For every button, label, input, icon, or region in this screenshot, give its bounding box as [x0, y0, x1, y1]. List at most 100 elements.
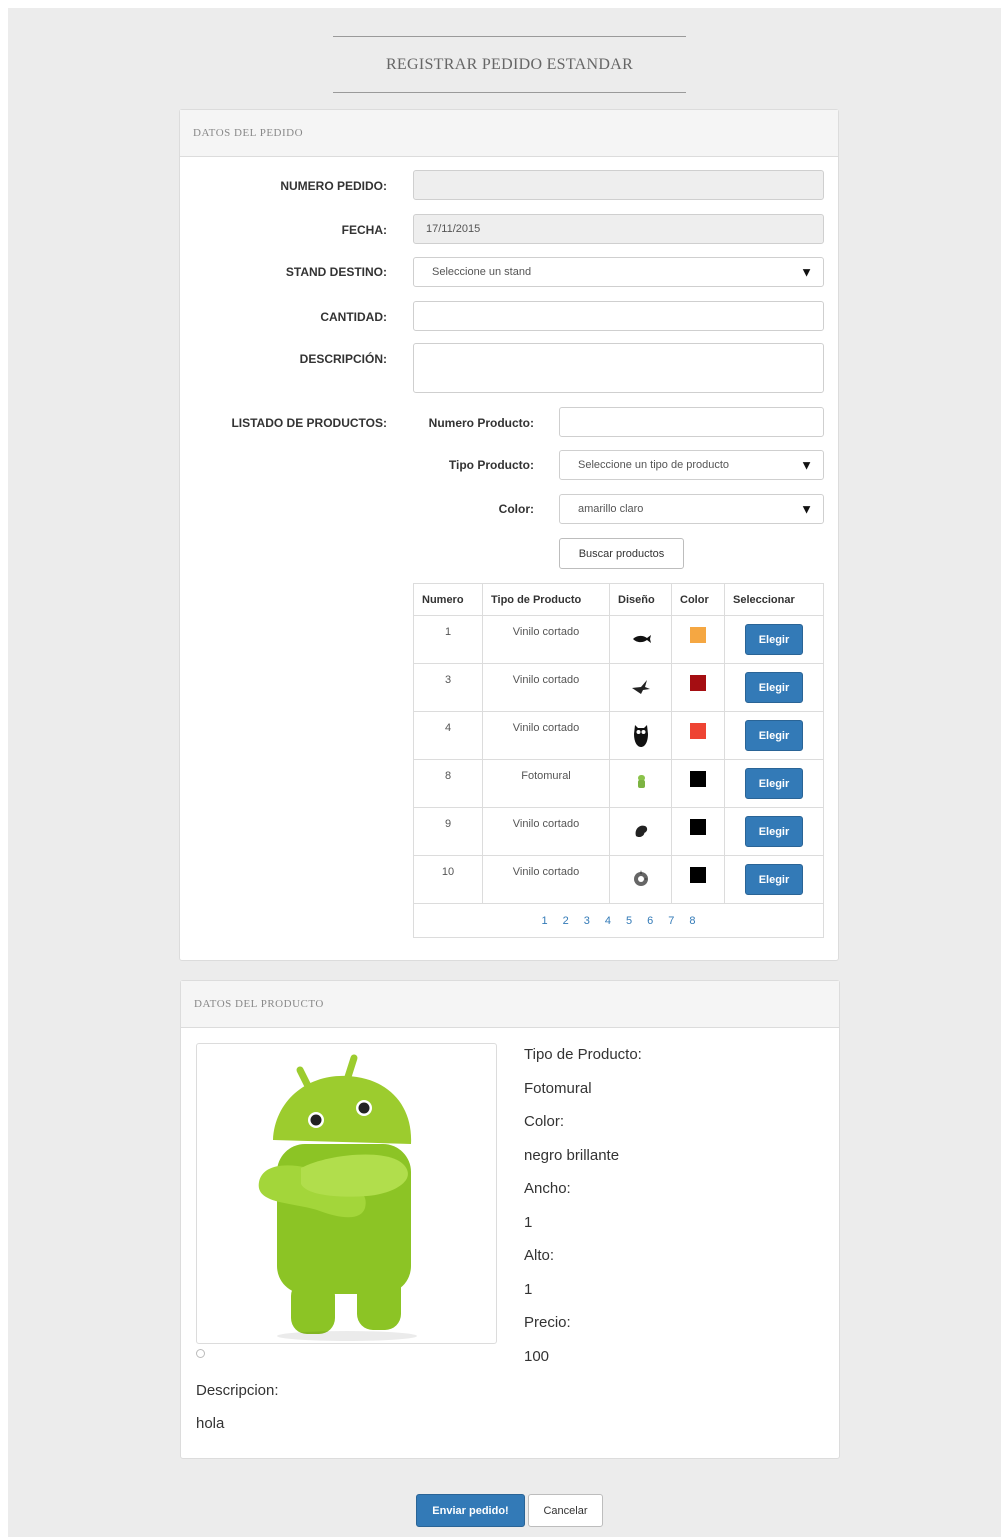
- fecha-input[interactable]: 17/11/2015: [413, 214, 824, 244]
- ornament-silhouette-icon: [633, 870, 648, 886]
- buscar-productos-button[interactable]: Buscar productos: [559, 538, 684, 569]
- cell-color: [671, 855, 725, 904]
- numero-producto-label: Numero Producto:: [428, 416, 534, 430]
- cell-seleccionar: Elegir: [724, 855, 824, 904]
- cell-seleccionar: Elegir: [724, 615, 824, 664]
- elegir-button[interactable]: Elegir: [745, 720, 803, 751]
- product-panel-heading-text: DATOS DEL PRODUCTO: [194, 998, 324, 1010]
- detail-alto-label: Alto:: [524, 1247, 555, 1264]
- cell-tipo: Vinilo cortado: [482, 807, 610, 856]
- detail-descripcion-value: hola: [196, 1415, 225, 1432]
- page-title-banner: REGISTRAR PEDIDO ESTANDAR: [333, 36, 686, 93]
- color-swatch: [690, 675, 706, 691]
- numero-producto-input[interactable]: [559, 407, 824, 437]
- color-swatch: [690, 771, 706, 787]
- cell-seleccionar: Elegir: [724, 807, 824, 856]
- enviar-pedido-button[interactable]: Enviar pedido!: [416, 1494, 525, 1527]
- table-row: 3 Vinilo cortado Elegir: [413, 663, 824, 712]
- table-row: 9 Vinilo cortado Elegir: [413, 807, 824, 856]
- descripcion-textarea[interactable]: [413, 343, 824, 393]
- cell-seleccionar: Elegir: [724, 711, 824, 760]
- detail-alto-value: 1: [524, 1281, 533, 1298]
- color-swatch: [690, 819, 706, 835]
- color-selected: amarillo claro: [578, 503, 644, 515]
- table-row: 4 Vinilo cortado Elegir: [413, 711, 824, 760]
- pagination-cell: 1 2 3 4 5 6 7 8: [413, 903, 824, 938]
- detail-ancho-value: 1: [524, 1214, 533, 1231]
- cell-color: [671, 663, 725, 712]
- cancelar-button[interactable]: Cancelar: [528, 1494, 603, 1527]
- detail-descripcion-label: Descripcion:: [196, 1382, 279, 1399]
- tipo-producto-select[interactable]: Seleccione un tipo de producto ▼: [559, 450, 824, 480]
- cell-seleccionar: Elegir: [724, 663, 824, 712]
- products-table: Numero Tipo de Producto Diseño Color Sel…: [413, 583, 824, 938]
- cantidad-input[interactable]: [413, 301, 824, 331]
- numero-pedido-label: NUMERO PEDIDO:: [280, 179, 387, 193]
- column-header-color: Color: [671, 583, 725, 616]
- cell-tipo: Vinilo cortado: [482, 711, 610, 760]
- cell-tipo: Vinilo cortado: [482, 663, 610, 712]
- dropdown-caret-icon: ▼: [800, 501, 813, 517]
- cell-seleccionar: Elegir: [724, 759, 824, 808]
- elegir-button[interactable]: Elegir: [745, 816, 803, 847]
- cell-numero: 8: [413, 759, 483, 808]
- cell-diseno: [609, 759, 672, 808]
- pagination-row: 1 2 3 4 5 6 7 8: [413, 903, 824, 938]
- cell-tipo: Vinilo cortado: [482, 615, 610, 664]
- cell-tipo: Vinilo cortado: [482, 855, 610, 904]
- table-row: 10 Vinilo cortado Elegir: [413, 855, 824, 904]
- color-select[interactable]: amarillo claro ▼: [559, 494, 824, 524]
- pagination: 1 2 3 4 5 6 7 8: [414, 915, 823, 927]
- cell-diseno: [609, 711, 672, 760]
- detail-color-value: negro brillante: [524, 1147, 620, 1164]
- detail-color-label: Color:: [524, 1113, 565, 1130]
- detail-precio-label: Precio:: [524, 1314, 571, 1331]
- numero-pedido-input[interactable]: [413, 170, 824, 200]
- elegir-button[interactable]: Elegir: [745, 768, 803, 799]
- color-swatch: [690, 723, 706, 739]
- cell-numero: 3: [413, 663, 483, 712]
- column-header-diseno: Diseño: [609, 583, 672, 616]
- descripcion-label: DESCRIPCIÓN:: [299, 352, 387, 366]
- page-link-7[interactable]: 7: [668, 915, 674, 927]
- dropdown-caret-icon: ▼: [800, 264, 813, 280]
- stand-destino-selected: Seleccione un stand: [432, 266, 532, 278]
- cell-diseno: [609, 663, 672, 712]
- bird-silhouette-icon: [631, 680, 650, 694]
- cell-color: [671, 615, 725, 664]
- page-link-4[interactable]: 4: [605, 915, 611, 927]
- elegir-button[interactable]: Elegir: [745, 672, 803, 703]
- color-label: Color:: [498, 502, 534, 516]
- cell-numero: 1: [413, 615, 483, 664]
- color-swatch: [690, 627, 706, 643]
- page-link-8[interactable]: 8: [689, 915, 695, 927]
- product-radio[interactable]: [196, 1349, 205, 1358]
- detail-ancho-label: Ancho:: [524, 1180, 571, 1197]
- column-header-numero: Numero: [413, 583, 483, 616]
- detail-tipo-label: Tipo de Producto:: [524, 1046, 642, 1063]
- cell-numero: 9: [413, 807, 483, 856]
- owl-silhouette-icon: [633, 725, 648, 747]
- page-link-2[interactable]: 2: [563, 915, 569, 927]
- page-link-1[interactable]: 1: [542, 915, 548, 927]
- page-link-6[interactable]: 6: [647, 915, 653, 927]
- order-panel-heading-text: DATOS DEL PEDIDO: [193, 127, 304, 139]
- page-title: REGISTRAR PEDIDO ESTANDAR: [385, 55, 634, 73]
- tipo-producto-label: Tipo Producto:: [448, 458, 534, 472]
- android-mascot-image: [258, 1054, 417, 1341]
- table-row: 1 Vinilo cortado Elegir: [413, 615, 824, 664]
- stand-destino-select[interactable]: Seleccione un stand ▼: [413, 257, 824, 287]
- cell-numero: 4: [413, 711, 483, 760]
- cell-color: [671, 711, 725, 760]
- stand-destino-label: STAND DESTINO:: [285, 265, 387, 279]
- cell-diseno: [609, 807, 672, 856]
- page-link-3[interactable]: 3: [584, 915, 590, 927]
- cell-color: [671, 759, 725, 808]
- cantidad-label: CANTIDAD:: [320, 310, 387, 324]
- dropdown-caret-icon: ▼: [800, 457, 813, 473]
- elegir-button[interactable]: Elegir: [745, 624, 803, 655]
- listado-productos-label: LISTADO DE PRODUCTOS:: [231, 416, 387, 430]
- android-icon: [637, 775, 645, 788]
- page-link-5[interactable]: 5: [626, 915, 632, 927]
- elegir-button[interactable]: Elegir: [745, 864, 803, 895]
